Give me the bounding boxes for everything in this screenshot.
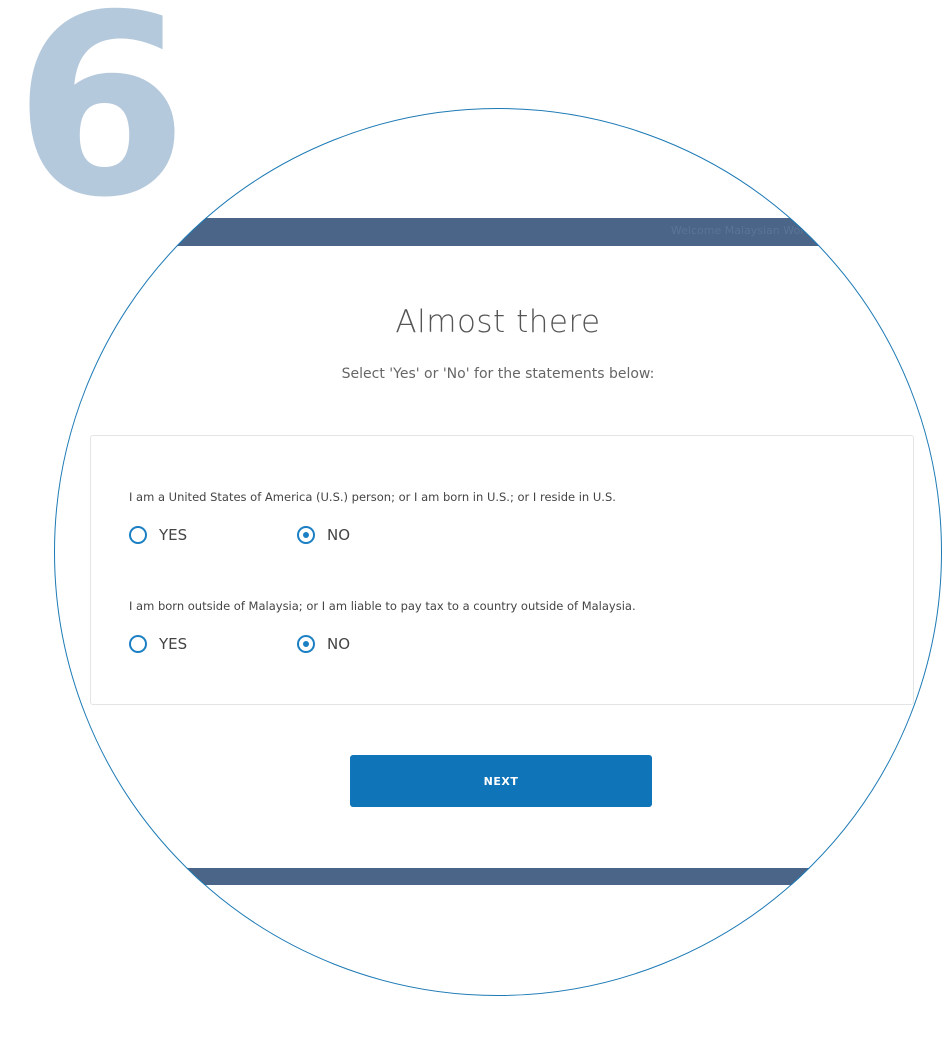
radio-option-us-person-no[interactable]: NO (297, 523, 350, 547)
radio-label-no: NO (327, 526, 351, 544)
question-foreign-tax: I am born outside of Malaysia; or I am l… (129, 599, 636, 613)
nav-faint-text: Welcome Malaysian Worker (670, 224, 822, 237)
next-button[interactable]: NEXT (350, 755, 652, 807)
radio-button-yes[interactable] (129, 635, 147, 653)
radio-label-yes: YES (159, 635, 188, 653)
bottom-footer-bar (54, 868, 942, 885)
declaration-form-card: I am a United States of America (U.S.) p… (90, 435, 914, 705)
zoomed-screen-circle: Welcome Malaysian Worker Almost there Se… (54, 108, 942, 996)
radio-option-foreign-tax-no[interactable]: NO (297, 632, 350, 656)
radio-button-no[interactable] (297, 526, 315, 544)
top-nav-bar: Welcome Malaysian Worker (54, 218, 942, 246)
radio-option-foreign-tax-yes[interactable]: YES (129, 632, 187, 656)
radio-button-yes[interactable] (129, 526, 147, 544)
radio-label-yes: YES (159, 526, 188, 544)
page-title: Almost there (395, 304, 601, 340)
radio-button-no[interactable] (297, 635, 315, 653)
step-number: 6 (14, 0, 188, 252)
page-subtitle: Select 'Yes' or 'No' for the statements … (341, 366, 655, 382)
radio-option-us-person-yes[interactable]: YES (129, 523, 187, 547)
radio-label-no: NO (327, 635, 351, 653)
question-us-person: I am a United States of America (U.S.) p… (129, 490, 616, 504)
